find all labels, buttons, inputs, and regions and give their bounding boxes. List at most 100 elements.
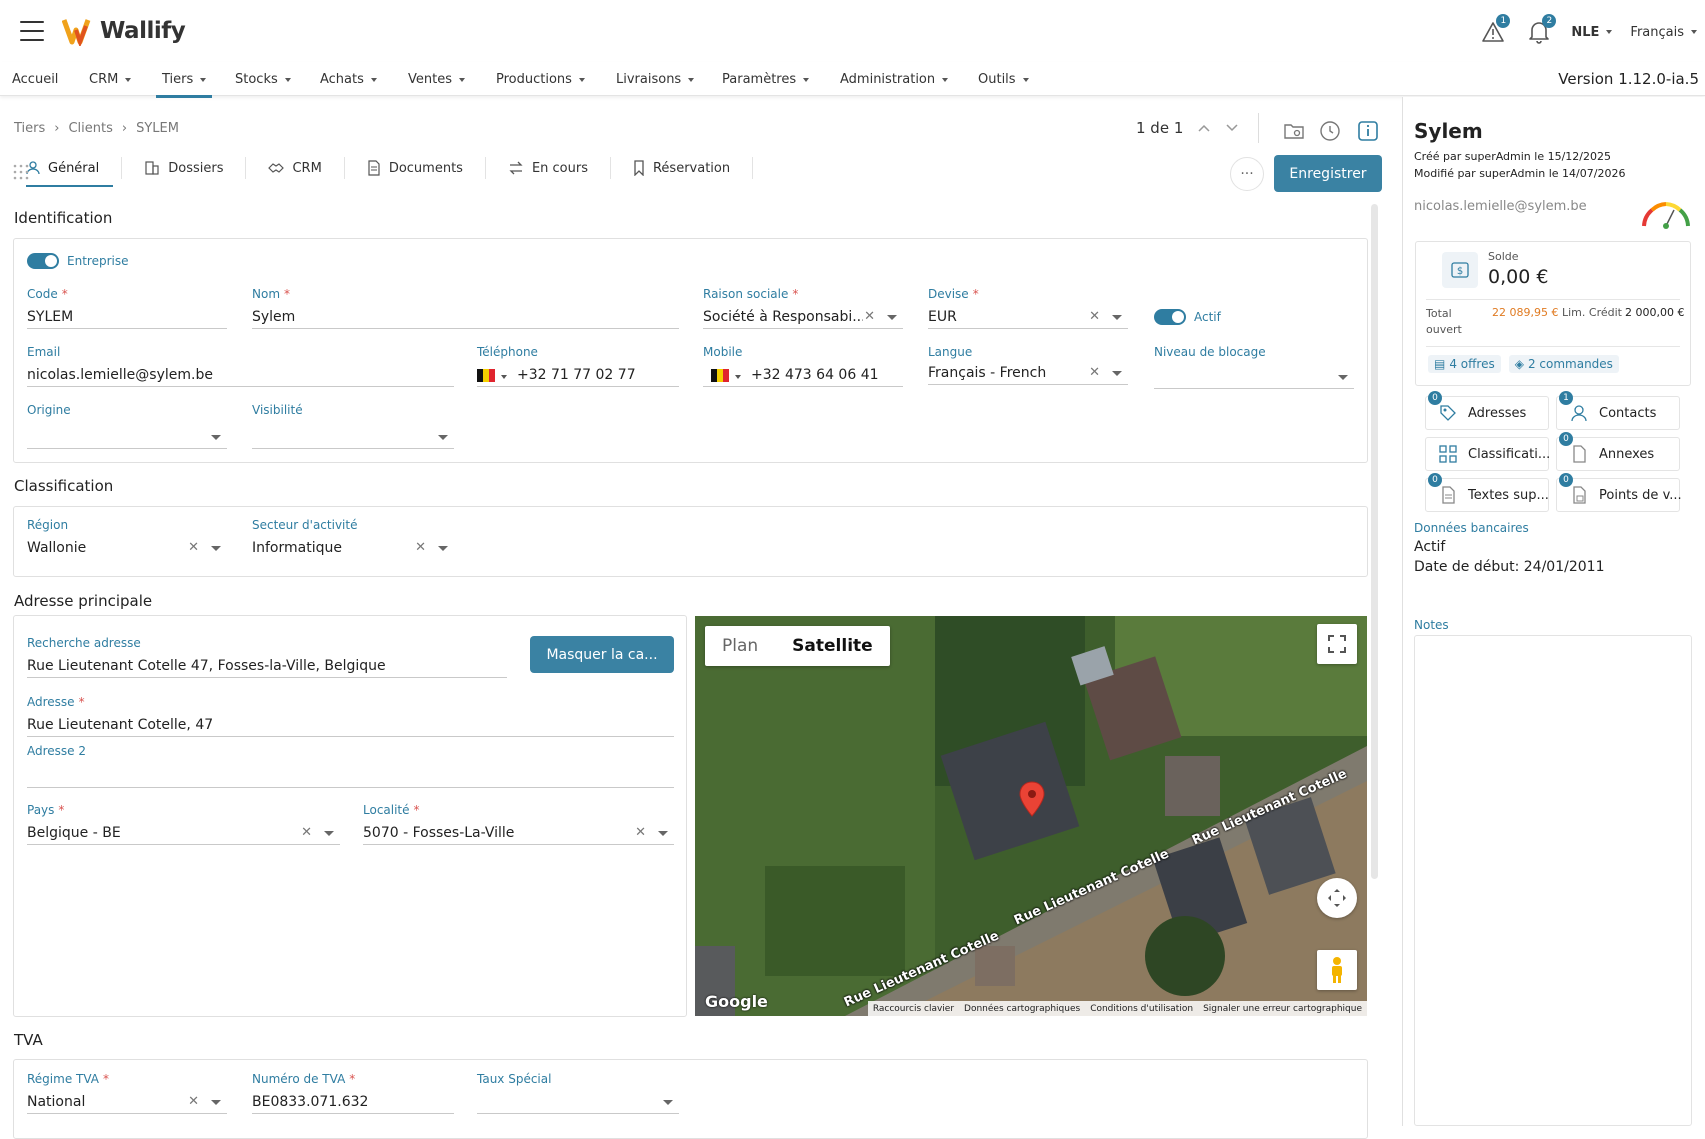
dropdown-arrow-icon[interactable] (1112, 315, 1122, 320)
chevron-down-icon[interactable] (501, 375, 507, 379)
adresses-button[interactable]: 0 Adresses (1425, 391, 1549, 430)
fullscreen-button[interactable] (1317, 624, 1357, 664)
secteur-select[interactable]: Informatique ✕ (252, 536, 454, 560)
menu-outils[interactable]: Outils (978, 72, 1029, 87)
vertical-scrollbar[interactable] (1371, 204, 1378, 879)
belgium-flag-icon[interactable] (711, 368, 729, 382)
folder-search-icon[interactable] (1283, 120, 1305, 142)
map-marker-icon[interactable] (1017, 780, 1047, 818)
menu-parametres[interactable]: Paramètres (722, 72, 810, 87)
dropdown-arrow-icon[interactable] (324, 831, 334, 836)
chevron-down-icon[interactable] (735, 375, 741, 379)
offres-chip[interactable]: ▤ 4 offres (1428, 355, 1501, 373)
belgium-flag-icon[interactable] (477, 368, 495, 382)
clear-icon[interactable]: ✕ (188, 540, 199, 555)
tab-en-cours[interactable]: En cours (494, 149, 602, 187)
blocage-select[interactable] (1154, 365, 1354, 389)
adresse-input[interactable]: Rue Lieutenant Cotelle, 47 (27, 713, 674, 737)
tab-documents[interactable]: Documents (353, 149, 477, 187)
taux-special-select[interactable] (477, 1090, 679, 1114)
chevron-down-icon[interactable] (1225, 123, 1239, 133)
origine-select[interactable] (27, 425, 227, 449)
dropdown-arrow-icon[interactable] (211, 1100, 221, 1105)
save-button[interactable]: Enregistrer (1274, 155, 1382, 192)
code-input[interactable]: SYLEM (27, 305, 227, 329)
dropdown-arrow-icon[interactable] (211, 546, 221, 551)
language-selector[interactable]: Français (1630, 25, 1697, 40)
langue-select[interactable]: Français - French ✕ (928, 361, 1128, 385)
regime-tva-select[interactable]: National ✕ (27, 1090, 227, 1114)
alert-button[interactable]: 1 (1479, 14, 1511, 46)
map-footer-link[interactable]: Conditions d'utilisation (1090, 1004, 1193, 1014)
dropdown-arrow-icon[interactable] (211, 435, 221, 440)
textes-supplementaires-button[interactable]: 0 Textes sup... (1425, 473, 1549, 512)
clear-icon[interactable]: ✕ (635, 825, 646, 840)
region-select[interactable]: Wallonie ✕ (27, 536, 227, 560)
points-de-vente-button[interactable]: 0 Points de v... (1556, 473, 1682, 512)
annexes-button[interactable]: 0 Annexes (1556, 432, 1680, 471)
history-clock-icon[interactable] (1319, 120, 1341, 142)
recherche-adresse-input[interactable]: Rue Lieutenant Cotelle 47, Fosses-la-Vil… (27, 654, 507, 678)
clear-icon[interactable]: ✕ (1089, 365, 1100, 380)
clear-icon[interactable]: ✕ (1089, 309, 1100, 324)
commandes-chip[interactable]: ◈ 2 commandes (1508, 355, 1619, 373)
notes-textarea[interactable] (1414, 635, 1692, 1126)
clear-icon[interactable]: ✕ (188, 1094, 199, 1109)
dropdown-arrow-icon[interactable] (887, 315, 897, 320)
tab-dossiers[interactable]: Dossiers (130, 149, 237, 187)
classification-button[interactable]: Classificati... (1425, 437, 1550, 471)
street-view-button[interactable] (1317, 950, 1357, 990)
devise-select[interactable]: EUR ✕ (928, 305, 1128, 329)
menu-stocks[interactable]: Stocks (235, 72, 291, 87)
entreprise-toggle[interactable] (27, 253, 59, 269)
drag-grid-icon[interactable] (12, 163, 30, 181)
google-logo[interactable]: Google (705, 992, 768, 1011)
visibilite-select[interactable] (252, 425, 454, 449)
telephone-input[interactable]: +32 71 77 02 77 (477, 363, 679, 387)
camera-control-button[interactable] (1317, 878, 1357, 918)
contact-email[interactable]: nicolas.lemielle@sylem.be (1414, 199, 1587, 214)
breadcrumb-clients[interactable]: Clients (68, 121, 112, 136)
user-menu[interactable]: NLE (1571, 25, 1613, 40)
dropdown-arrow-icon[interactable] (438, 435, 448, 440)
total-ouvert-value[interactable]: 22 089,95 € (1492, 306, 1558, 319)
map-footer-link[interactable]: Raccourcis clavier (873, 1004, 954, 1014)
more-actions-button[interactable]: ··· (1230, 157, 1264, 191)
map-tab-satellite[interactable]: Satellite (775, 626, 890, 666)
localite-select[interactable]: 5070 - Fosses-La-Ville ✕ (363, 821, 674, 845)
dropdown-arrow-icon[interactable] (658, 831, 668, 836)
dropdown-arrow-icon[interactable] (1338, 375, 1348, 380)
clear-icon[interactable]: ✕ (301, 825, 312, 840)
numero-tva-input[interactable]: BE0833.071.632 (252, 1090, 454, 1114)
pays-select[interactable]: Belgique - BE ✕ (27, 821, 340, 845)
menu-administration[interactable]: Administration (840, 72, 949, 87)
info-icon[interactable] (1357, 120, 1379, 142)
dropdown-arrow-icon[interactable] (438, 546, 448, 551)
masquer-carte-button[interactable]: Masquer la ca... (530, 636, 674, 673)
contacts-button[interactable]: 1 Contacts (1556, 391, 1680, 430)
menu-livraisons[interactable]: Livraisons (616, 72, 695, 87)
menu-crm[interactable]: CRM (89, 72, 132, 87)
dropdown-arrow-icon[interactable] (1112, 371, 1122, 376)
app-logo[interactable]: Wallify (62, 14, 186, 48)
clear-icon[interactable]: ✕ (415, 540, 426, 555)
raison-sociale-select[interactable]: Société à Responsabi... ✕ (703, 305, 903, 329)
email-input[interactable]: nicolas.lemielle@sylem.be (27, 363, 454, 387)
notifications-button[interactable]: 2 (1525, 14, 1557, 46)
menu-tiers[interactable]: Tiers (155, 72, 213, 98)
bank-data-label[interactable]: Données bancaires (1414, 521, 1529, 535)
actif-toggle[interactable] (1154, 309, 1186, 325)
map-tab-plan[interactable]: Plan (705, 626, 775, 666)
map-footer-link[interactable]: Données cartographiques (964, 1004, 1080, 1014)
nom-input[interactable]: Sylem (252, 305, 679, 329)
map-view[interactable]: Plan Satellite Rue Lieutenant Cotelle Ru… (695, 616, 1367, 1016)
dropdown-arrow-icon[interactable] (663, 1100, 673, 1105)
menu-ventes[interactable]: Ventes (408, 72, 465, 87)
tab-reservation[interactable]: Réservation (619, 149, 744, 187)
clear-icon[interactable]: ✕ (864, 309, 875, 324)
menu-accueil[interactable]: Accueil (12, 72, 58, 87)
hamburger-menu-icon[interactable] (20, 21, 44, 41)
tab-crm[interactable]: CRM (254, 149, 335, 187)
breadcrumb-tiers[interactable]: Tiers (14, 121, 45, 136)
map-footer-link[interactable]: Signaler une erreur cartographique (1203, 1004, 1362, 1014)
